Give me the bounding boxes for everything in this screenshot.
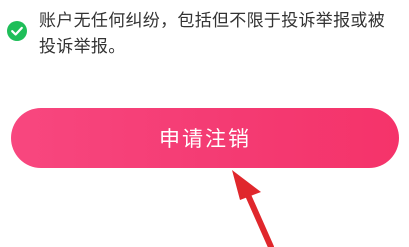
apply-cancel-button[interactable]: 申请注销 <box>11 108 399 168</box>
condition-item: 账户无任何纠纷，包括但不限于投诉举报或被投诉举报。 <box>6 8 401 60</box>
apply-cancel-label: 申请注销 <box>159 127 251 151</box>
check-circle-icon <box>6 20 28 42</box>
condition-text: 账户无任何纠纷，包括但不限于投诉举报或被投诉举报。 <box>39 11 385 57</box>
cancel-account-page: 账户无任何纠纷，包括但不限于投诉举报或被投诉举报。 申请注销 <box>0 0 409 247</box>
